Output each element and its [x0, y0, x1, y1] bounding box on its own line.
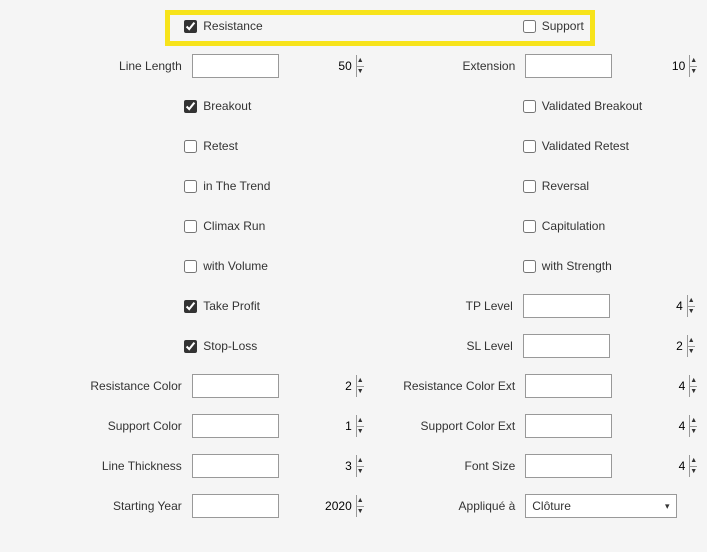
chevron-up-icon[interactable]: ▲ — [689, 455, 697, 467]
chevron-down-icon[interactable]: ▼ — [689, 387, 697, 398]
line-length-field[interactable]: ▲ ▼ — [192, 54, 279, 78]
chevron-down-icon[interactable]: ▼ — [689, 67, 697, 78]
resistance-color-ext-label: Resistance Color Ext — [354, 379, 526, 393]
tp-level-label: TP Level — [349, 299, 523, 313]
chevron-up-icon[interactable]: ▲ — [687, 295, 695, 307]
with-strength-checkbox[interactable]: with Strength — [523, 259, 612, 273]
extension-field[interactable]: ▲ ▼ — [525, 54, 612, 78]
line-thickness-input[interactable] — [193, 455, 356, 477]
chevron-up-icon[interactable]: ▲ — [689, 375, 697, 387]
applied-to-value: Clôture — [526, 499, 658, 513]
retest-checkbox[interactable]: Retest — [184, 139, 238, 153]
chevron-down-icon[interactable]: ▼ — [687, 347, 695, 358]
validated-retest-checkbox[interactable]: Validated Retest — [523, 139, 629, 153]
tp-level-field[interactable]: ▲▼ — [523, 294, 610, 318]
line-length-input[interactable] — [193, 55, 356, 77]
font-size-label: Font Size — [354, 459, 526, 473]
resistance-color-label: Resistance Color — [20, 379, 192, 393]
extension-input[interactable] — [526, 55, 689, 77]
chevron-down-icon[interactable]: ▾ — [658, 501, 676, 512]
line-length-label: Line Length — [20, 59, 192, 73]
resistance-color-input[interactable] — [193, 375, 356, 397]
highlight-box — [165, 10, 595, 46]
chevron-up-icon[interactable]: ▲ — [689, 55, 697, 67]
starting-year-field[interactable]: ▲▼ — [192, 494, 279, 518]
resistance-color-field[interactable]: ▲▼ — [192, 374, 279, 398]
extension-label: Extension — [354, 59, 526, 73]
font-size-input[interactable] — [526, 455, 689, 477]
applied-to-label: Appliqué à — [354, 499, 526, 513]
font-size-field[interactable]: ▲▼ — [525, 454, 612, 478]
take-profit-checkbox[interactable]: Take Profit — [184, 299, 260, 313]
resistance-color-ext-input[interactable] — [526, 375, 689, 397]
chevron-down-icon[interactable]: ▼ — [689, 427, 697, 438]
reversal-checkbox[interactable]: Reversal — [523, 179, 589, 193]
line-thickness-field[interactable]: ▲▼ — [192, 454, 279, 478]
support-color-ext-label: Support Color Ext — [354, 419, 526, 433]
sl-level-label: SL Level — [349, 339, 523, 353]
breakout-checkbox[interactable]: Breakout — [184, 99, 251, 113]
support-color-field[interactable]: ▲▼ — [192, 414, 279, 438]
support-color-input[interactable] — [193, 415, 356, 437]
resistance-color-ext-field[interactable]: ▲▼ — [525, 374, 612, 398]
support-color-ext-input[interactable] — [526, 415, 689, 437]
chevron-down-icon[interactable]: ▼ — [689, 467, 697, 478]
capitulation-checkbox[interactable]: Capitulation — [523, 219, 605, 233]
tp-level-input[interactable] — [524, 295, 687, 317]
validated-breakout-checkbox[interactable]: Validated Breakout — [523, 99, 643, 113]
with-volume-checkbox[interactable]: with Volume — [184, 259, 268, 273]
starting-year-label: Starting Year — [20, 499, 192, 513]
support-color-label: Support Color — [20, 419, 192, 433]
climax-run-checkbox[interactable]: Climax Run — [184, 219, 265, 233]
starting-year-input[interactable] — [193, 495, 356, 517]
sl-level-input[interactable] — [524, 335, 687, 357]
line-thickness-label: Line Thickness — [20, 459, 192, 473]
support-color-ext-field[interactable]: ▲▼ — [525, 414, 612, 438]
chevron-down-icon[interactable]: ▼ — [687, 307, 695, 318]
chevron-up-icon[interactable]: ▲ — [689, 415, 697, 427]
in-the-trend-checkbox[interactable]: in The Trend — [184, 179, 270, 193]
stop-loss-checkbox[interactable]: Stop-Loss — [184, 339, 257, 353]
applied-to-select[interactable]: Clôture ▾ — [525, 494, 677, 518]
sl-level-field[interactable]: ▲▼ — [523, 334, 610, 358]
chevron-up-icon[interactable]: ▲ — [687, 335, 695, 347]
